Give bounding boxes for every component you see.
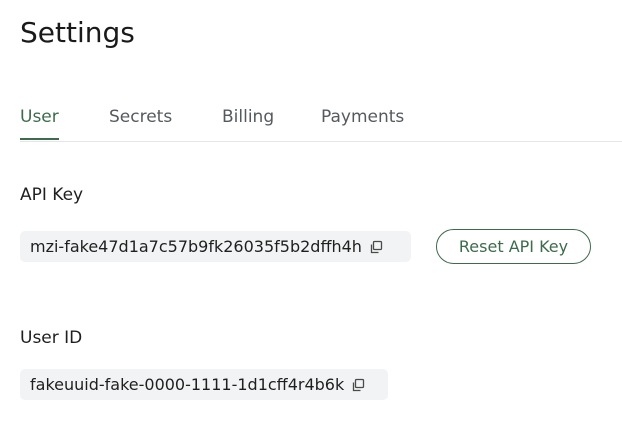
page-title: Settings xyxy=(20,16,135,49)
settings-tabs: User Secrets Billing Payments xyxy=(20,104,622,142)
api-key-field: mzi-fake47d1a7c57b9fk26035f5b2dffh4h xyxy=(20,231,411,262)
tab-user[interactable]: User xyxy=(20,104,59,140)
tab-payments[interactable]: Payments xyxy=(321,104,404,140)
copy-icon[interactable] xyxy=(369,240,383,254)
copy-icon[interactable] xyxy=(351,378,365,392)
api-key-value: mzi-fake47d1a7c57b9fk26035f5b2dffh4h xyxy=(30,237,362,256)
tab-billing[interactable]: Billing xyxy=(222,104,274,140)
user-id-value: fakeuuid-fake-0000-1111-1d1cff4r4b6k xyxy=(30,375,345,394)
tab-secrets[interactable]: Secrets xyxy=(109,104,172,140)
user-id-label: User ID xyxy=(20,328,83,348)
api-key-label: API Key xyxy=(20,185,84,205)
user-id-field: fakeuuid-fake-0000-1111-1d1cff4r4b6k xyxy=(20,369,388,400)
reset-api-key-button[interactable]: Reset API Key xyxy=(436,229,591,264)
